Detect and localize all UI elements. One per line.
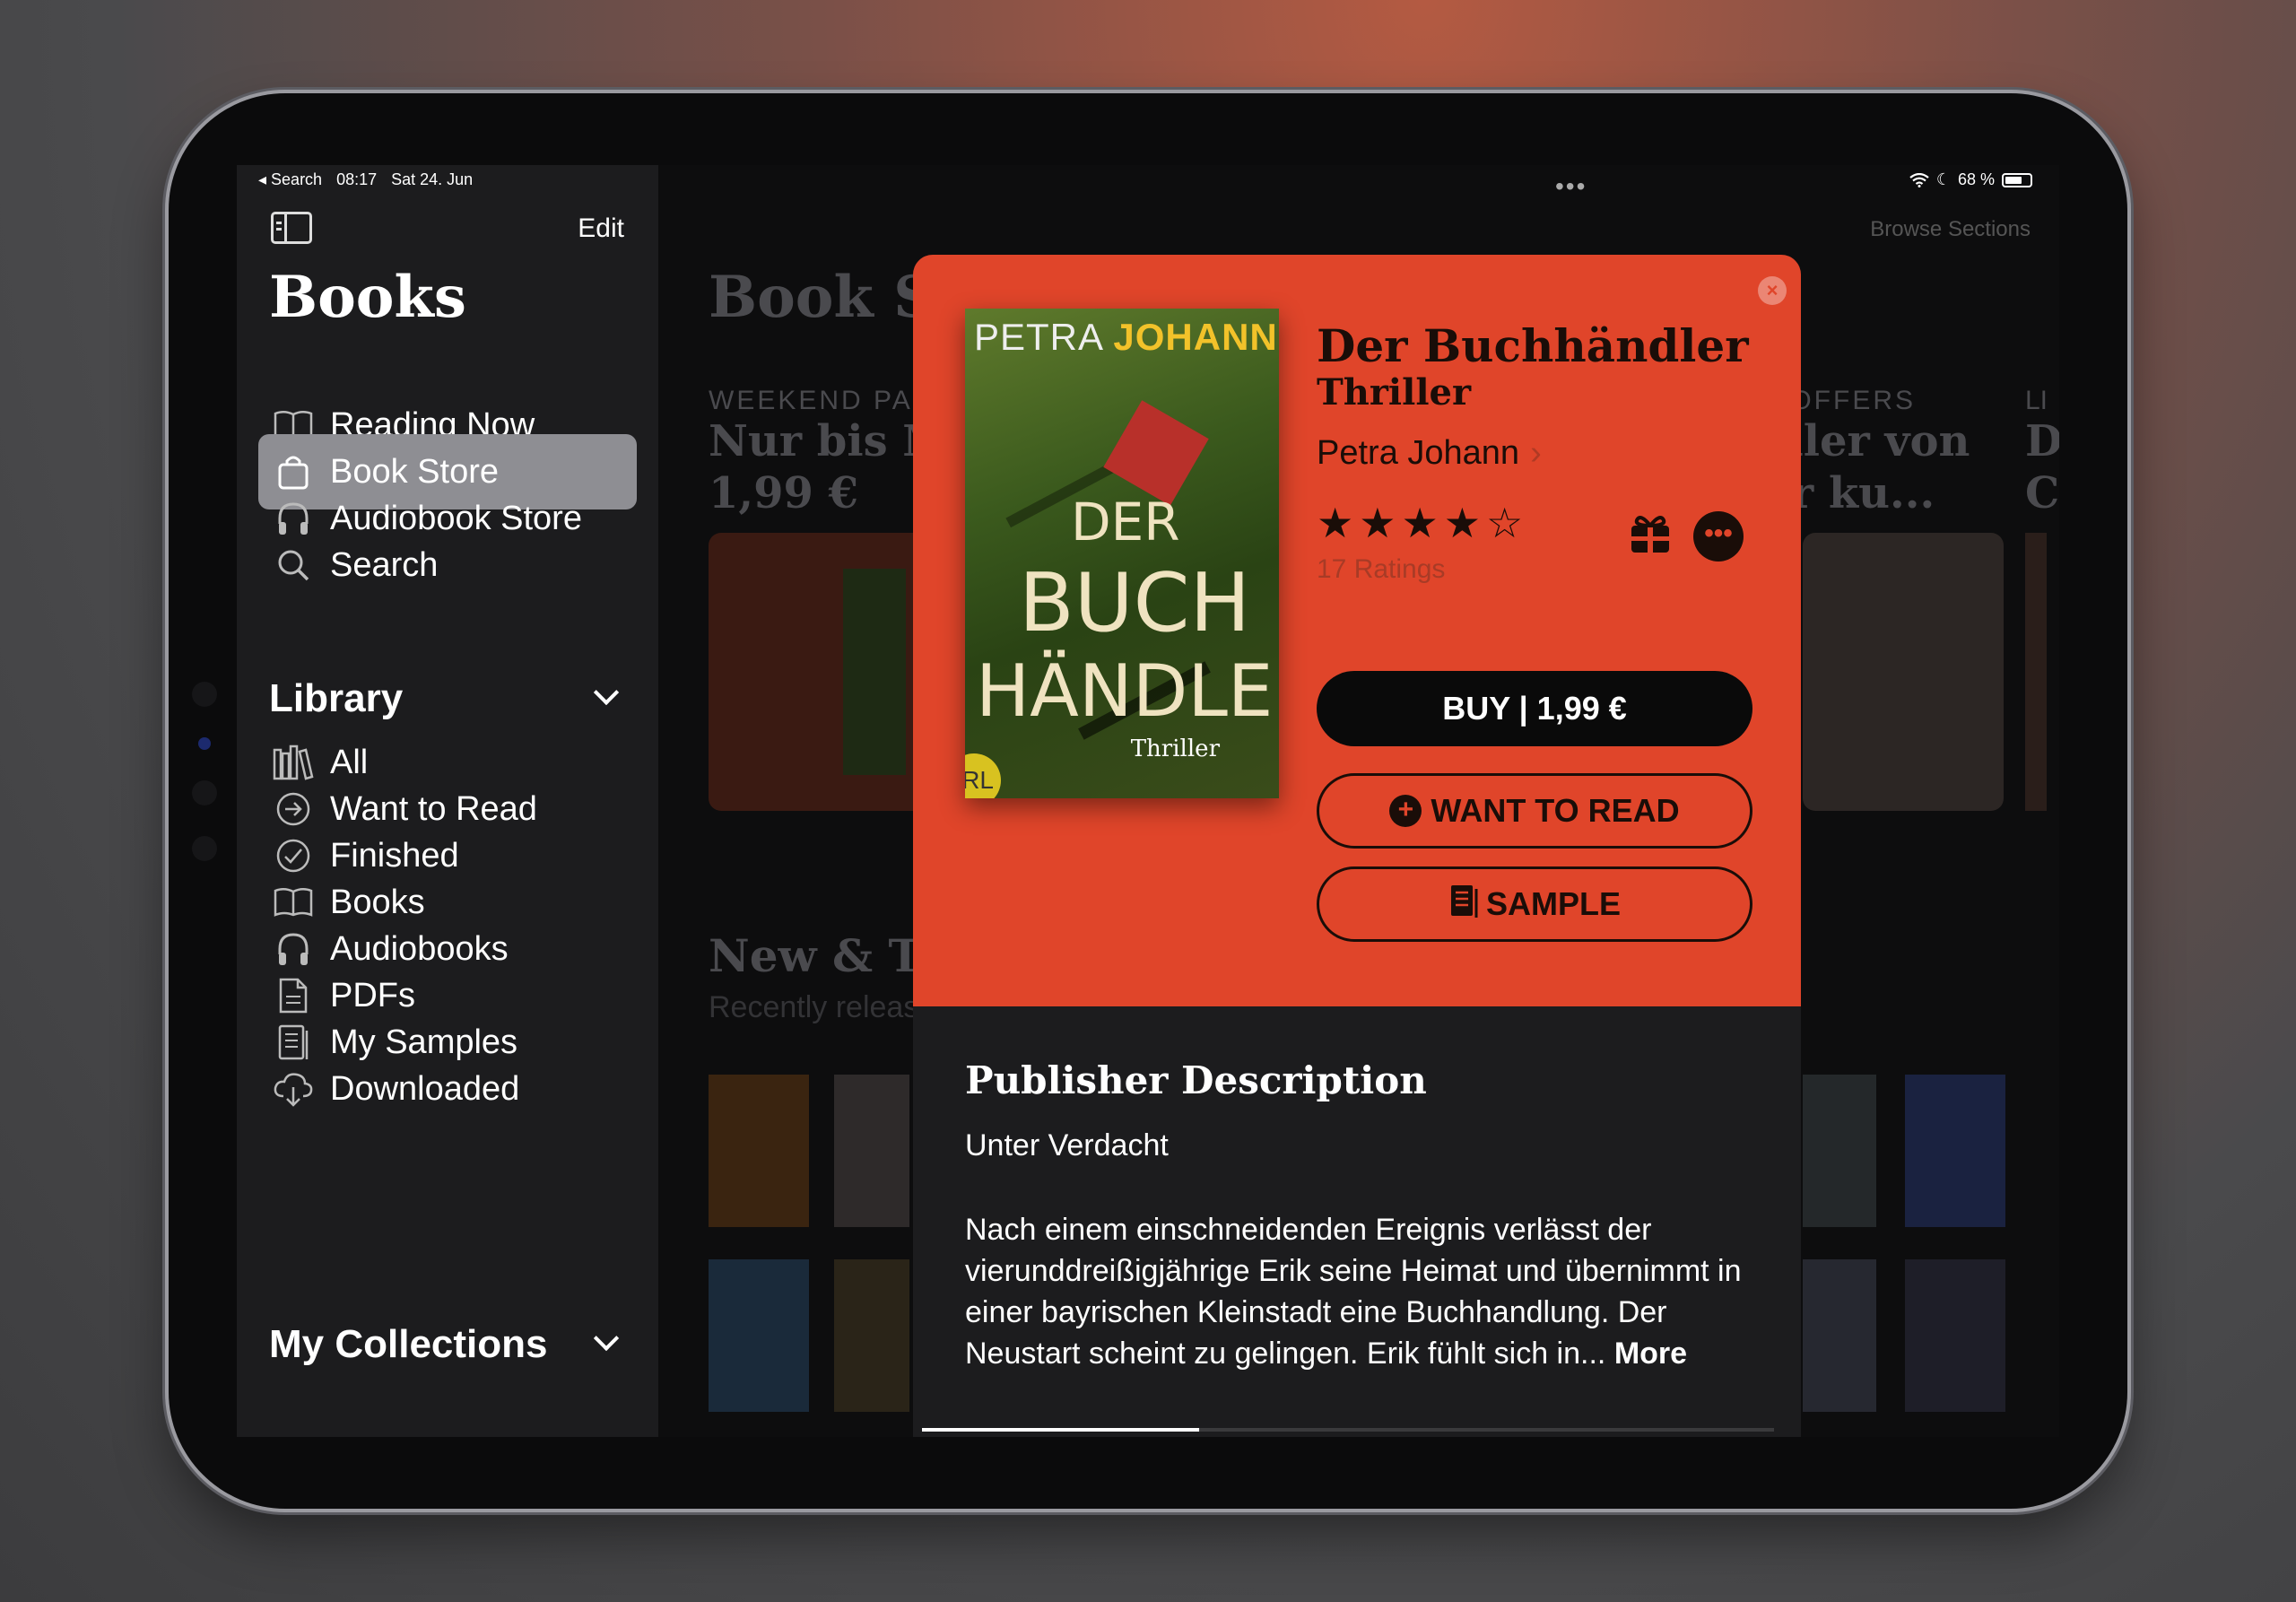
library-header[interactable]: Library: [269, 676, 628, 721]
more-options-icon[interactable]: •••: [1693, 511, 1744, 562]
sidebar: Edit Books Reading Now Book Store Audiob…: [237, 165, 658, 1437]
sidebar-item-label: Downloaded: [330, 1069, 520, 1108]
weekend-card[interactable]: [709, 533, 933, 811]
new-section-subtitle: Recently releas: [709, 990, 919, 1024]
scroll-indicator: [922, 1428, 1774, 1432]
star-rating: ★★★★☆: [1317, 500, 1529, 546]
sidebar-title: Books: [269, 264, 466, 331]
book-thumb[interactable]: [834, 1259, 909, 1412]
device-side-dots: [192, 682, 217, 892]
book-thumb[interactable]: [1803, 1259, 1876, 1412]
description-heading: Publisher Description: [965, 1058, 1427, 1102]
status-back-label[interactable]: ◂ Search: [258, 170, 322, 189]
status-time: 08:17: [336, 170, 378, 188]
book-title: Der Buchhändler: [1317, 319, 1749, 372]
sidebar-item-downloaded[interactable]: Downloaded: [258, 1051, 637, 1127]
my-collections-header[interactable]: My Collections: [269, 1322, 628, 1367]
description-body: Nach einem einschneidenden Ereignis verl…: [965, 1209, 1772, 1374]
book-cover: PETRA JOHANN DER BUCH HÄNDLER Thriller R…: [965, 309, 1279, 798]
weekend-label: WEEKEND PA: [709, 386, 913, 415]
sidebar-item-label: Search: [330, 545, 439, 584]
cover-title-line2: BUCH: [1019, 556, 1251, 650]
book-detail-card: × PETRA JOHANN DER BUCH HÄNDLER Thriller…: [913, 255, 1801, 1437]
edge-label: LI: [2025, 386, 2048, 415]
scroll-indicator-fill: [922, 1428, 1199, 1432]
sample-label: SAMPLE: [1485, 885, 1621, 922]
chevron-right-icon: ›: [1530, 434, 1542, 472]
want-to-read-button[interactable]: + WANT TO READ: [1317, 773, 1752, 849]
cover-author-last: JOHANN: [1113, 316, 1278, 358]
browse-sections-link[interactable]: Browse Sections: [1870, 217, 2031, 242]
book-thumb[interactable]: [834, 1075, 909, 1227]
book-thumb[interactable]: [1803, 1075, 1876, 1227]
wifi-icon: [1909, 172, 1929, 187]
sample-button[interactable]: SAMPLE: [1317, 866, 1752, 942]
sidebar-toggle-icon[interactable]: [271, 212, 312, 244]
edit-button[interactable]: Edit: [578, 213, 624, 244]
book-thumb[interactable]: [1905, 1075, 2005, 1227]
edge-title-line2: C: [2025, 468, 2059, 518]
description-subtitle: Unter Verdacht: [965, 1128, 1169, 1162]
author-name: Petra Johann: [1317, 434, 1520, 472]
plus-circle-icon: +: [1389, 795, 1422, 827]
cover-house-roof: [1103, 400, 1209, 506]
new-section-title: New & Tr: [709, 929, 943, 982]
book-genre: Thriller: [1317, 371, 1472, 414]
book-header: × PETRA JOHANN DER BUCH HÄNDLER Thriller…: [913, 255, 1801, 1006]
edge-title-line1: D: [2025, 416, 2059, 466]
author-link[interactable]: Petra Johann ›: [1317, 434, 1542, 473]
search-icon: [273, 544, 314, 586]
battery-percentage: 68 %: [1957, 170, 1995, 188]
status-date: Sat 24. Jun: [391, 170, 474, 188]
publisher-logo: RL: [965, 753, 1001, 798]
book-thumb[interactable]: [709, 1259, 809, 1412]
battery-icon: [2002, 172, 2032, 187]
book-thumb[interactable]: [709, 1075, 809, 1227]
want-to-read-label: WANT TO READ: [1431, 792, 1680, 829]
chevron-down-icon: [593, 679, 620, 706]
sidebar-item-search[interactable]: Search: [258, 527, 637, 603]
cover-title-line1: DER: [1071, 492, 1180, 553]
cloud-download-icon: [273, 1068, 314, 1110]
ratings-count[interactable]: 17 Ratings: [1317, 554, 1445, 585]
cover-title-line3: HÄNDLER: [976, 649, 1279, 733]
close-icon[interactable]: ×: [1758, 276, 1787, 305]
status-bar: ◂ Search 08:17 Sat 24. Jun ☾ 68 %: [237, 165, 2059, 201]
sample-icon: [1448, 883, 1479, 927]
cover-subtitle: Thriller: [1130, 736, 1220, 762]
weekend-title-line2: 1,99 €: [709, 468, 859, 518]
cover-author-first: PETRA: [974, 316, 1102, 358]
gift-icon[interactable]: [1627, 511, 1674, 558]
moon-icon: ☾: [1935, 170, 1951, 188]
cover-author: PETRA JOHANN: [974, 316, 1278, 359]
library-header-label: Library: [269, 676, 404, 720]
chevron-down-icon: [593, 1325, 620, 1352]
book-thumb[interactable]: [1905, 1259, 2005, 1412]
book-cover-thumb: [843, 569, 906, 775]
screen: Edit Books Reading Now Book Store Audiob…: [237, 165, 2059, 1437]
offers-card[interactable]: [1803, 533, 2004, 811]
collections-header-label: My Collections: [269, 1322, 548, 1366]
buy-button[interactable]: BUY | 1,99 €: [1317, 671, 1752, 746]
edge-card[interactable]: [2025, 533, 2047, 811]
more-link[interactable]: More: [1614, 1336, 1687, 1371]
